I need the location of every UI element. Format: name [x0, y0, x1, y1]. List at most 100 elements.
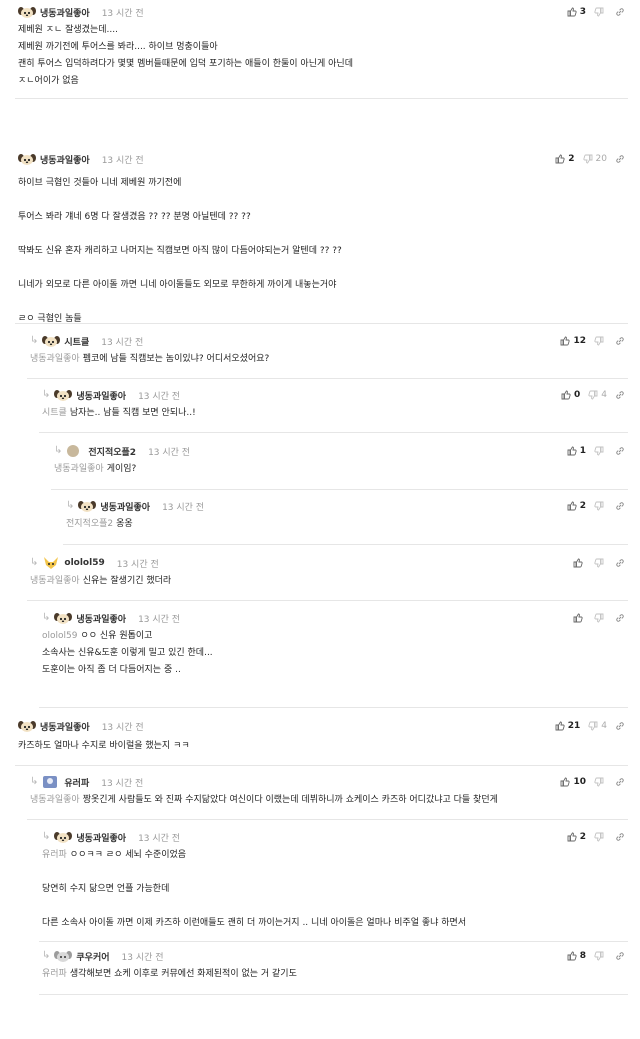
comment-line — [18, 192, 342, 209]
share-link-button[interactable] — [615, 613, 628, 623]
comment-body: ololol59 ㅇㅇ 신유 원톱이고 소속사는 신유&도훈 이렇게 밀고 있긴 한… — [42, 628, 213, 679]
comment-text: 니네가 외모로 다른 아이돌 까면 니네 아이돌들도 외모로 무한하게 까이게 … — [18, 280, 337, 290]
author-name[interactable]: 냉동과일좋아 — [40, 6, 90, 19]
downvote-button[interactable] — [594, 613, 607, 623]
author-name[interactable]: 시트클 — [64, 335, 89, 348]
upvote-button[interactable] — [573, 558, 586, 568]
dog-avatar-icon[interactable] — [78, 499, 97, 513]
upvote-button[interactable]: 12 — [560, 336, 586, 346]
reply-mention[interactable]: 유러파 — [42, 850, 67, 860]
timestamp: 13 시간 전 — [116, 559, 159, 570]
downvote-button[interactable]: 4 — [588, 390, 607, 400]
reply-mention[interactable]: 냉동과일좋아 — [30, 795, 80, 805]
author-name[interactable]: 냉동과일좋아 — [76, 831, 126, 844]
comment-header: ↳ 전지적오플2 13 시간 전 — [54, 443, 190, 459]
downvote-button[interactable] — [594, 951, 607, 961]
comment-actions — [565, 610, 628, 626]
upvote-button[interactable]: 3 — [567, 7, 586, 17]
downvote-button[interactable] — [594, 7, 607, 17]
author-name[interactable]: ololol59 — [64, 558, 104, 568]
comment-actions: 2 — [559, 498, 628, 514]
comment-line: 유러파 ㅇㅇㅋㅋ ㄹㅇ 세뇌 수준이었음 — [42, 847, 466, 864]
upvote-button[interactable]: 0 — [561, 390, 580, 400]
reply-mention[interactable]: 냉동과일좋아 — [30, 576, 80, 586]
upvote-button[interactable] — [573, 613, 586, 623]
author-name[interactable]: 냉동과일좋아 — [100, 500, 150, 513]
author-name[interactable]: 전지적오플2 — [88, 445, 136, 458]
share-link-button[interactable] — [615, 7, 628, 17]
downvote-button[interactable]: 4 — [588, 721, 607, 731]
comment-thread: 냉동과일좋아 13 시간 전 3 제베원 ㅈㄴ 잘생겼는데.... 제베원 까기전에 투… — [0, 0, 640, 1039]
upvote-button[interactable]: 21 — [555, 721, 580, 731]
comment-line: 하이브 극혐인 것들아 니네 제베원 까기전에 — [18, 175, 342, 192]
downvote-button[interactable] — [594, 446, 607, 456]
downvote-button[interactable] — [594, 832, 607, 842]
share-link-button[interactable] — [615, 721, 628, 731]
share-link-button[interactable] — [615, 501, 628, 511]
author-name[interactable]: 유러파 — [64, 776, 89, 789]
downvote-button[interactable] — [594, 777, 607, 787]
dog-avatar-icon[interactable] — [18, 5, 36, 19]
downvote-count: 4 — [601, 390, 607, 400]
fox-avatar-icon[interactable] — [42, 556, 60, 570]
share-link-button[interactable] — [615, 951, 628, 961]
share-link-button[interactable] — [615, 777, 628, 787]
reply-arrow-icon: ↳ — [42, 612, 51, 623]
comment-line: 냉동과일좋아 게이임? — [54, 461, 136, 478]
comment-body: 시트클 남자는.. 남들 직캠 보면 안되나..! — [42, 405, 196, 422]
share-link-button[interactable] — [615, 558, 628, 568]
dog-avatar-icon[interactable] — [18, 719, 36, 733]
author-name[interactable]: 쿠우커어 — [76, 950, 109, 963]
reply-mention[interactable]: 냉동과일좋아 — [30, 354, 80, 364]
comment-line: 카즈하도 얼마나 수지로 바이럴을 했는지 ㅋㅋ — [18, 738, 190, 755]
comment-line: 냉동과일좋아 펨코에 남들 직캠보는 놈이있냐? 어디서오셨어요? — [30, 351, 269, 368]
circle-avatar-icon[interactable] — [66, 444, 84, 458]
dog-avatar-icon[interactable] — [54, 388, 73, 402]
share-link-button[interactable] — [615, 336, 628, 346]
comment-divider — [39, 941, 628, 942]
dog-avatar-icon[interactable] — [42, 334, 61, 348]
reply-mention[interactable]: 유러파 — [42, 969, 67, 979]
comment-header: 냉동과일좋아 13 시간 전 — [18, 151, 144, 167]
upvote-button[interactable]: 2 — [567, 501, 586, 511]
upvote-button[interactable]: 2 — [555, 154, 575, 164]
share-link-button[interactable] — [615, 390, 628, 400]
downvote-count: 20 — [595, 154, 607, 164]
share-link-button[interactable] — [615, 446, 628, 456]
dog-avatar-icon[interactable] — [54, 611, 73, 625]
downvote-button[interactable] — [594, 558, 607, 568]
downvote-button[interactable]: 20 — [582, 154, 607, 164]
dog-avatar-icon[interactable] — [18, 152, 36, 166]
reply-mention[interactable]: 냉동과일좋아 — [54, 464, 104, 474]
comment-actions: 21 4 — [547, 718, 628, 734]
comment-divider — [27, 819, 628, 820]
author-name[interactable]: 냉동과일좋아 — [76, 389, 126, 402]
author-name[interactable]: 냉동과일좋아 — [76, 612, 126, 625]
reply-mention[interactable]: 전지적오플2 — [66, 519, 113, 529]
reply-mention[interactable]: ololol59 — [42, 631, 77, 641]
upvote-count: 1 — [579, 446, 586, 456]
upvote-count: 12 — [573, 336, 586, 346]
share-link-button[interactable] — [615, 154, 628, 164]
grey-dog-avatar-icon[interactable] — [54, 949, 73, 963]
author-name[interactable]: 냉동과일좋아 — [40, 720, 90, 733]
upvote-button[interactable]: 8 — [567, 951, 586, 961]
comment-actions: 10 — [552, 774, 628, 790]
comment-divider — [15, 765, 628, 766]
author-name[interactable]: 냉동과일좋아 — [40, 153, 90, 166]
comment-text: 짱옷긴게 사람들도 와 진짜 수지닮았다 여신이다 이랬는데 데뷔하니까 쇼케이… — [82, 795, 498, 805]
upvote-button[interactable]: 2 — [567, 832, 586, 842]
grey-avatar-icon[interactable] — [42, 775, 60, 789]
share-link-button[interactable] — [615, 832, 628, 842]
comment-header: ↳ 쿠우커어 13 시간 전 — [42, 948, 164, 964]
downvote-button[interactable] — [594, 501, 607, 511]
timestamp: 13 시간 전 — [101, 722, 144, 733]
reply-mention[interactable]: 시트클 — [42, 408, 67, 418]
downvote-button[interactable] — [594, 336, 607, 346]
downvote-count: 4 — [601, 721, 607, 731]
upvote-button[interactable]: 10 — [560, 777, 586, 787]
dog-avatar-icon[interactable] — [54, 830, 73, 844]
comment-line: ㅈㄴ어이가 없음 — [18, 73, 353, 90]
upvote-count: 8 — [579, 951, 586, 961]
upvote-button[interactable]: 1 — [567, 446, 586, 456]
